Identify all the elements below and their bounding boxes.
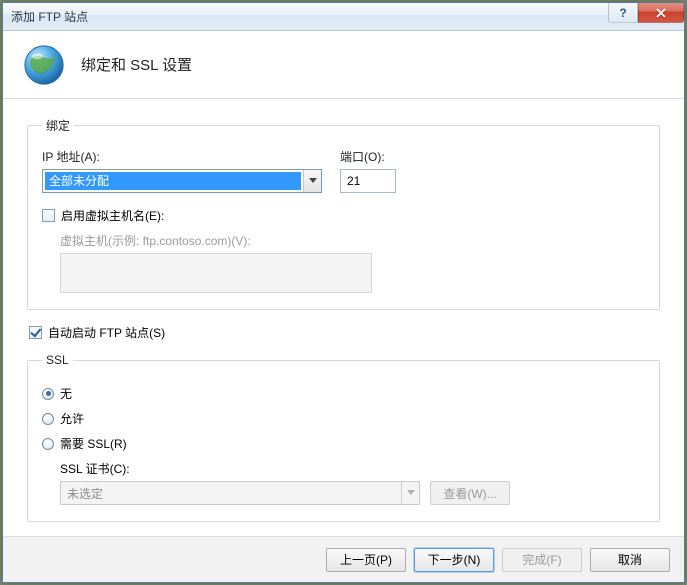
ssl-require-radio[interactable] xyxy=(42,438,54,450)
ip-address-label: IP 地址(A): xyxy=(42,148,322,165)
auto-start-checkbox[interactable] xyxy=(29,326,42,339)
vhost-input xyxy=(60,253,372,293)
auto-start-label: 自动启动 FTP 站点(S) xyxy=(48,324,165,341)
enable-vhost-checkbox[interactable] xyxy=(42,209,55,222)
ssl-cert-combo: 未选定 xyxy=(60,481,420,505)
content-area: 绑定 IP 地址(A): 全部未分配 端口(O): xyxy=(3,99,684,536)
ssl-group: SSL 无 允许 需要 SSL(R) SSL 证书(C): 未选定 xyxy=(27,353,660,522)
finish-button: 完成(F) xyxy=(502,548,582,572)
help-button[interactable]: ? xyxy=(608,3,638,23)
ssl-cert-label: SSL 证书(C): xyxy=(60,460,645,477)
titlebar-buttons: ? xyxy=(608,3,684,23)
dialog-window: 添加 FTP 站点 ? 绑定和 SSL 设置 绑定 xyxy=(2,2,685,583)
ssl-none-label: 无 xyxy=(60,385,72,402)
ssl-allow-radio[interactable] xyxy=(42,413,54,425)
port-label: 端口(O): xyxy=(340,148,396,165)
enable-vhost-label: 启用虚拟主机名(E): xyxy=(61,207,164,224)
titlebar: 添加 FTP 站点 ? xyxy=(3,3,684,31)
port-input[interactable] xyxy=(340,169,396,193)
window-title: 添加 FTP 站点 xyxy=(11,8,88,25)
ssl-legend: SSL xyxy=(42,353,73,367)
ssl-require-label: 需要 SSL(R) xyxy=(60,435,127,452)
dialog-header: 绑定和 SSL 设置 xyxy=(3,31,684,99)
cancel-button[interactable]: 取消 xyxy=(590,548,670,572)
page-title: 绑定和 SSL 设置 xyxy=(81,54,192,75)
binding-group: 绑定 IP 地址(A): 全部未分配 端口(O): xyxy=(27,117,660,310)
chevron-down-icon xyxy=(303,170,321,192)
globe-icon xyxy=(21,42,67,88)
ssl-allow-label: 允许 xyxy=(60,410,84,427)
view-cert-button: 查看(W)... xyxy=(430,481,510,505)
chevron-down-icon xyxy=(401,482,419,504)
next-button[interactable]: 下一步(N) xyxy=(414,548,494,572)
dialog-footer: 上一页(P) 下一步(N) 完成(F) 取消 xyxy=(3,536,684,582)
ip-address-combo[interactable]: 全部未分配 xyxy=(42,169,322,193)
close-button[interactable] xyxy=(638,3,684,23)
ssl-cert-value: 未选定 xyxy=(61,485,401,502)
prev-button[interactable]: 上一页(P) xyxy=(326,548,406,572)
binding-legend: 绑定 xyxy=(42,117,74,134)
ssl-none-radio[interactable] xyxy=(42,388,54,400)
ip-address-value: 全部未分配 xyxy=(45,172,301,190)
close-icon xyxy=(655,8,667,18)
vhost-label: 虚拟主机(示例: ftp.contoso.com)(V): xyxy=(60,232,645,249)
